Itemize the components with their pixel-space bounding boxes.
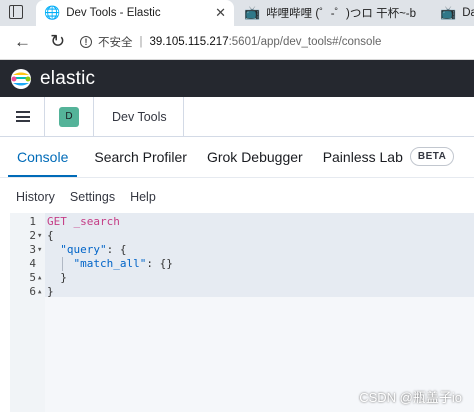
code-token: _search xyxy=(66,215,120,228)
elastic-logo-icon[interactable] xyxy=(10,68,32,90)
tab-title: Da xyxy=(462,7,474,19)
line-number: 6 xyxy=(29,285,36,298)
code-text: "query": { xyxy=(47,243,126,257)
history-link[interactable]: History xyxy=(8,190,61,208)
console-menu: History Settings Help xyxy=(8,190,162,208)
breadcrumb: Dev Tools xyxy=(112,109,167,124)
editor-line[interactable]: 5 ▴ } xyxy=(10,271,474,285)
tab-title: 哔哩哔哩 (゜-゜)つロ 干杯~-bilib xyxy=(266,8,417,20)
code-token: GET xyxy=(47,215,67,228)
code-token: : { xyxy=(106,243,127,256)
code-token: { xyxy=(47,229,54,242)
insecure-label[interactable]: 不安全 xyxy=(98,34,133,50)
tab-console[interactable]: Console xyxy=(8,137,78,177)
browser-tab-active[interactable]: 🌐 Dev Tools - Elastic ✕ xyxy=(36,0,234,26)
browser-tab-partial[interactable]: 📺 Da xyxy=(432,0,474,26)
line-number: 1 xyxy=(29,215,36,228)
bilibili-tv-icon: 📺 xyxy=(244,5,261,20)
fold-toggle-icon[interactable]: ▾ xyxy=(37,243,42,257)
back-arrow-icon[interactable]: ← xyxy=(14,32,31,52)
code-text: GET _search xyxy=(47,215,120,229)
code-token: } xyxy=(47,285,54,298)
url-host: 39.105.115.217 xyxy=(149,36,229,48)
url-path: :5601/app/dev_tools#/console xyxy=(228,36,382,48)
request-editor[interactable]: 1 GET _search 2 ▾{3 ▾ "query": {4 "match_all… xyxy=(10,213,474,412)
tab-actions-icon[interactable] xyxy=(9,5,23,19)
warning-icon[interactable]: ! xyxy=(80,36,92,48)
code-token: "query" xyxy=(60,243,107,256)
tab-search-profiler[interactable]: Search Profiler xyxy=(85,137,196,177)
app-header: D Dev Tools xyxy=(0,97,474,137)
bilibili-tv-icon: 📺 xyxy=(440,5,457,20)
menu-icon[interactable] xyxy=(16,111,30,122)
close-tab-icon[interactable]: ✕ xyxy=(215,5,226,21)
url-separator: | xyxy=(139,36,143,48)
address-bar: ← ↻ ! 不安全 | 39.105.115.217 :5601/app/dev… xyxy=(0,26,474,60)
code-token: } xyxy=(47,271,67,284)
settings-link[interactable]: Settings xyxy=(61,190,121,208)
dev-tools-tabs: Console Search Profiler Grok Debugger Pa… xyxy=(0,137,474,178)
help-link[interactable]: Help xyxy=(121,190,162,208)
beta-badge: BETA xyxy=(409,146,455,166)
watermark: CSDN @瓶盖子io xyxy=(359,390,462,405)
line-number: 5 xyxy=(29,271,36,284)
tab-title: Dev Tools - Elastic xyxy=(66,7,161,19)
line-number: 3 xyxy=(29,243,36,256)
code-text: } xyxy=(47,271,67,285)
code-text: "match_all": {} xyxy=(47,257,173,271)
code-token: : {} xyxy=(146,257,173,270)
brand-name[interactable]: elastic xyxy=(40,68,95,90)
reload-icon[interactable]: ↻ xyxy=(50,31,65,52)
browser-tab-strip: 🌐 Dev Tools - Elastic ✕ 📺 哔哩哔哩 (゜-゜)つロ 干… xyxy=(0,0,474,26)
elastic-global-header: elastic xyxy=(0,60,474,97)
browser-tab-bilibili[interactable]: 📺 哔哩哔哩 (゜-゜)つロ 干杯~-bilib xyxy=(236,0,428,26)
editor-line[interactable]: 4 "match_all": {} xyxy=(10,257,474,271)
code-text: } xyxy=(47,285,54,299)
editor-line[interactable]: 3 ▾ "query": { xyxy=(10,243,474,257)
tab-painless-lab-label: Painless Lab xyxy=(322,149,403,165)
code-text: { xyxy=(47,229,54,243)
url-input[interactable]: ! 不安全 | 39.105.115.217 :5601/app/dev_too… xyxy=(80,30,474,54)
header-divider xyxy=(182,97,184,136)
editor-line[interactable]: 2 ▾ { xyxy=(10,229,474,243)
space-avatar[interactable]: D xyxy=(59,106,79,127)
fold-toggle-icon[interactable]: ▴ xyxy=(37,285,42,299)
line-number: 2 xyxy=(29,229,36,242)
tab-painless-lab[interactable]: Painless Lab BETA xyxy=(314,137,464,177)
code-token: "match_all" xyxy=(73,257,147,270)
fold-toggle-icon[interactable]: ▾ xyxy=(37,229,42,243)
line-number: 4 xyxy=(29,257,36,270)
header-divider xyxy=(44,97,45,136)
fold-toggle-icon[interactable]: ▴ xyxy=(37,271,42,285)
editor-line[interactable]: 6 ▴} xyxy=(10,285,474,299)
tab-grok-debugger[interactable]: Grok Debugger xyxy=(198,137,312,177)
editor-line[interactable]: 1 GET _search xyxy=(10,215,474,229)
globe-icon: 🌐 xyxy=(44,5,61,20)
